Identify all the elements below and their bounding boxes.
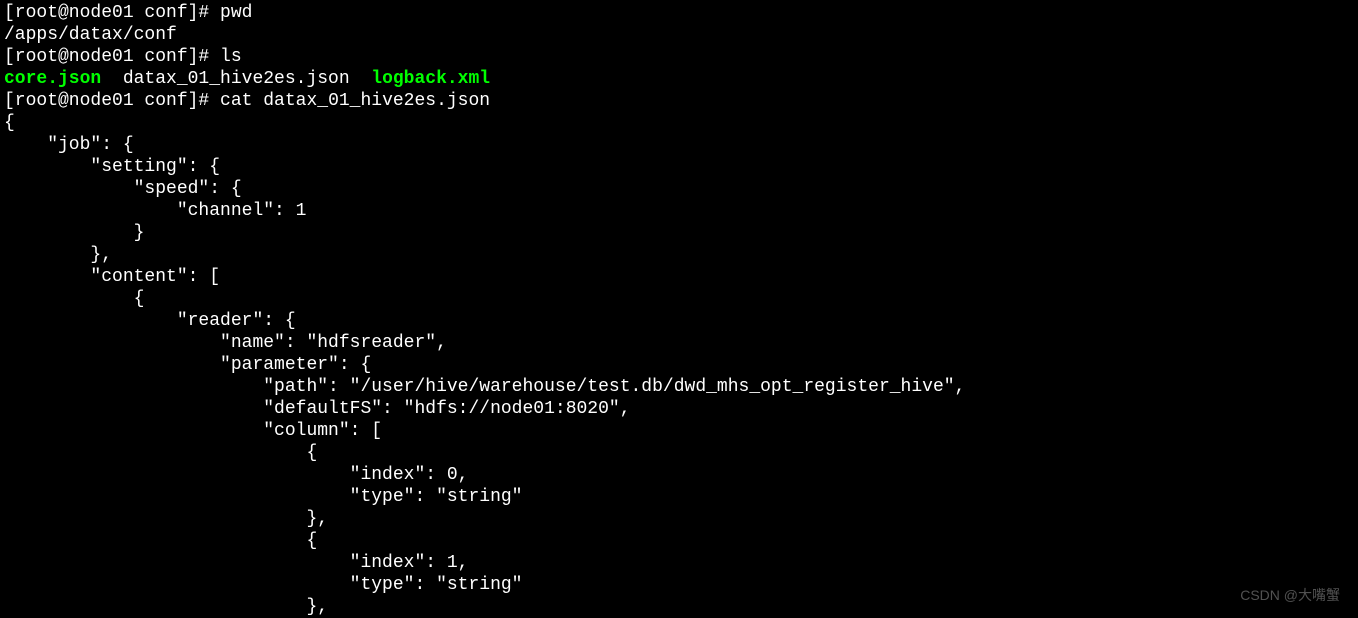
json-output-line: }, [4, 508, 1354, 530]
command-text: ls [220, 47, 242, 67]
json-output-line: "speed": { [4, 178, 1354, 200]
json-output-line: "channel": 1 [4, 200, 1354, 222]
terminal-line-cat-cmd: [root@node01 conf]# cat datax_01_hive2es… [4, 90, 1354, 112]
json-output-line: "type": "string" [4, 486, 1354, 508]
json-output-line: "path": "/user/hive/warehouse/test.db/dw… [4, 376, 1354, 398]
json-output-line: { [4, 442, 1354, 464]
terminal-line-pwd-output: /apps/datax/conf [4, 24, 1354, 46]
terminal-line-pwd-cmd: [root@node01 conf]# pwd [4, 2, 1354, 24]
json-output-line: "column": [ [4, 420, 1354, 442]
json-output-line: "index": 0, [4, 464, 1354, 486]
command-text: cat datax_01_hive2es.json [220, 91, 490, 111]
json-output-line: } [4, 222, 1354, 244]
shell-prompt: [root@node01 conf]# [4, 91, 220, 111]
json-output-line: "type": "string" [4, 574, 1354, 596]
json-output-line: "defaultFS": "hdfs://node01:8020", [4, 398, 1354, 420]
json-output-line: }, [4, 244, 1354, 266]
shell-prompt: [root@node01 conf]# [4, 3, 220, 23]
json-output-line: "parameter": { [4, 354, 1354, 376]
json-output-line: { [4, 288, 1354, 310]
file-datax-json: datax_01_hive2es.json [101, 69, 371, 89]
terminal-line-ls-output: core.json datax_01_hive2es.json logback.… [4, 68, 1354, 90]
json-output-line: "name": "hdfsreader", [4, 332, 1354, 354]
terminal-line-ls-cmd: [root@node01 conf]# ls [4, 46, 1354, 68]
json-output-line: { [4, 530, 1354, 552]
json-output-line: }, [4, 596, 1354, 618]
json-output-line: "index": 1, [4, 552, 1354, 574]
file-logback-xml: logback.xml [371, 69, 490, 89]
shell-prompt: [root@node01 conf]# [4, 47, 220, 67]
command-text: pwd [220, 3, 252, 23]
file-core-json: core.json [4, 69, 101, 89]
json-output-line: "reader": { [4, 310, 1354, 332]
json-output-line: { [4, 112, 1354, 134]
json-output-line: "content": [ [4, 266, 1354, 288]
json-output-line: "setting": { [4, 156, 1354, 178]
csdn-watermark: CSDN @大嘴蟹 [1240, 584, 1340, 606]
json-output-line: "job": { [4, 134, 1354, 156]
